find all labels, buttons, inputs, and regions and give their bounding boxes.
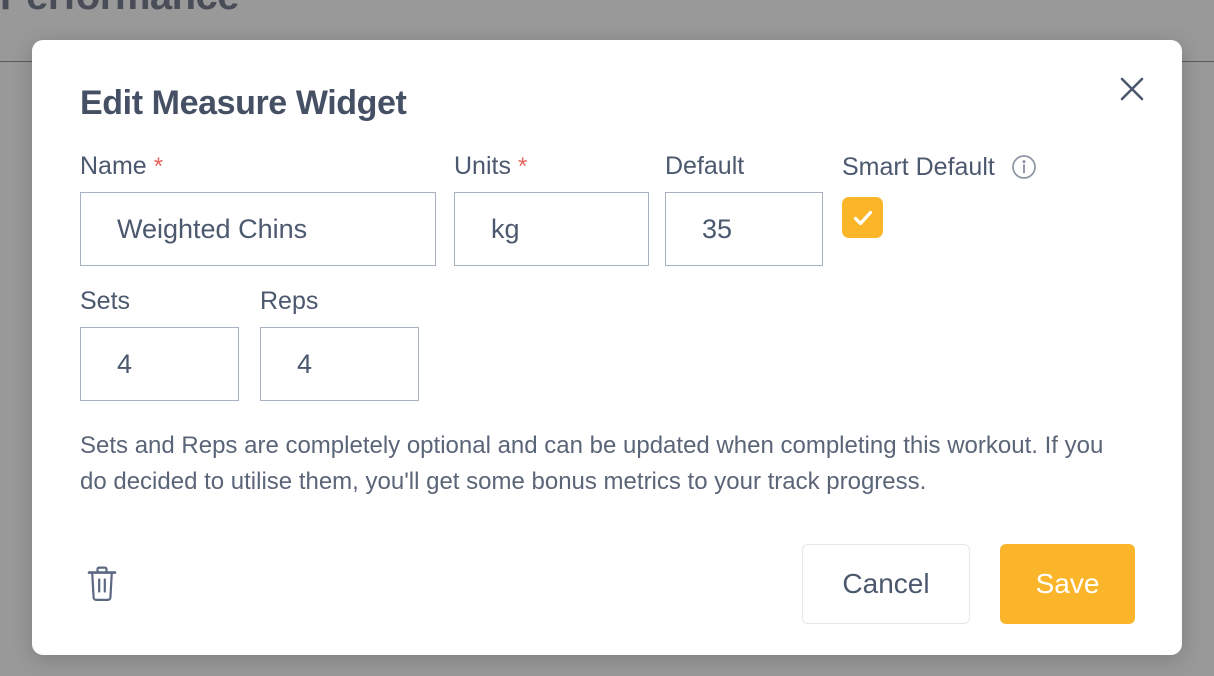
dialog-footer: Cancel Save <box>80 543 1135 625</box>
field-name: Name * <box>80 154 436 266</box>
save-button[interactable]: Save <box>1000 544 1135 624</box>
sets-input[interactable] <box>80 327 239 401</box>
sets-reps-help-text: Sets and Reps are completely optional an… <box>80 432 1104 495</box>
field-name-label-text: Name <box>80 152 147 180</box>
required-indicator: * <box>153 152 164 180</box>
field-smart-default-label: Smart Default <box>842 154 1037 180</box>
form-row-sets-reps: Sets Reps <box>80 289 1138 401</box>
field-smart-default: Smart Default <box>842 154 1037 238</box>
form-row-primary: Name * Units * Default <box>80 154 1138 266</box>
field-units-label-text: Units <box>454 152 511 180</box>
close-icon <box>1117 74 1147 104</box>
required-indicator: * <box>517 152 528 180</box>
info-icon[interactable] <box>1011 154 1037 180</box>
field-units: Units * <box>454 154 649 266</box>
field-name-label: Name * <box>80 154 436 179</box>
field-sets-label: Sets <box>80 287 131 315</box>
footer-actions: Cancel Save <box>802 544 1135 624</box>
close-button[interactable] <box>1112 69 1152 109</box>
dialog-title: Edit Measure Widget <box>80 84 407 122</box>
field-reps-label: Reps <box>260 287 319 315</box>
smart-default-checkbox[interactable] <box>842 197 883 238</box>
cancel-button[interactable]: Cancel <box>802 544 970 624</box>
field-default-label: Default <box>665 152 745 180</box>
field-default: Default <box>665 154 823 266</box>
default-input[interactable] <box>665 192 823 266</box>
field-sets: Sets <box>80 289 239 401</box>
reps-input[interactable] <box>260 327 419 401</box>
edit-measure-widget-dialog: Edit Measure Widget Name * Units * <box>32 40 1182 655</box>
field-smart-default-label-text: Smart Default <box>842 152 995 181</box>
name-input[interactable] <box>80 192 436 266</box>
field-reps: Reps <box>260 289 419 401</box>
units-input[interactable] <box>454 192 649 266</box>
field-units-label: Units * <box>454 154 649 179</box>
trash-icon <box>86 566 118 602</box>
check-icon <box>850 205 876 231</box>
measure-form: Name * Units * Default <box>80 154 1138 401</box>
delete-button[interactable] <box>80 560 124 608</box>
